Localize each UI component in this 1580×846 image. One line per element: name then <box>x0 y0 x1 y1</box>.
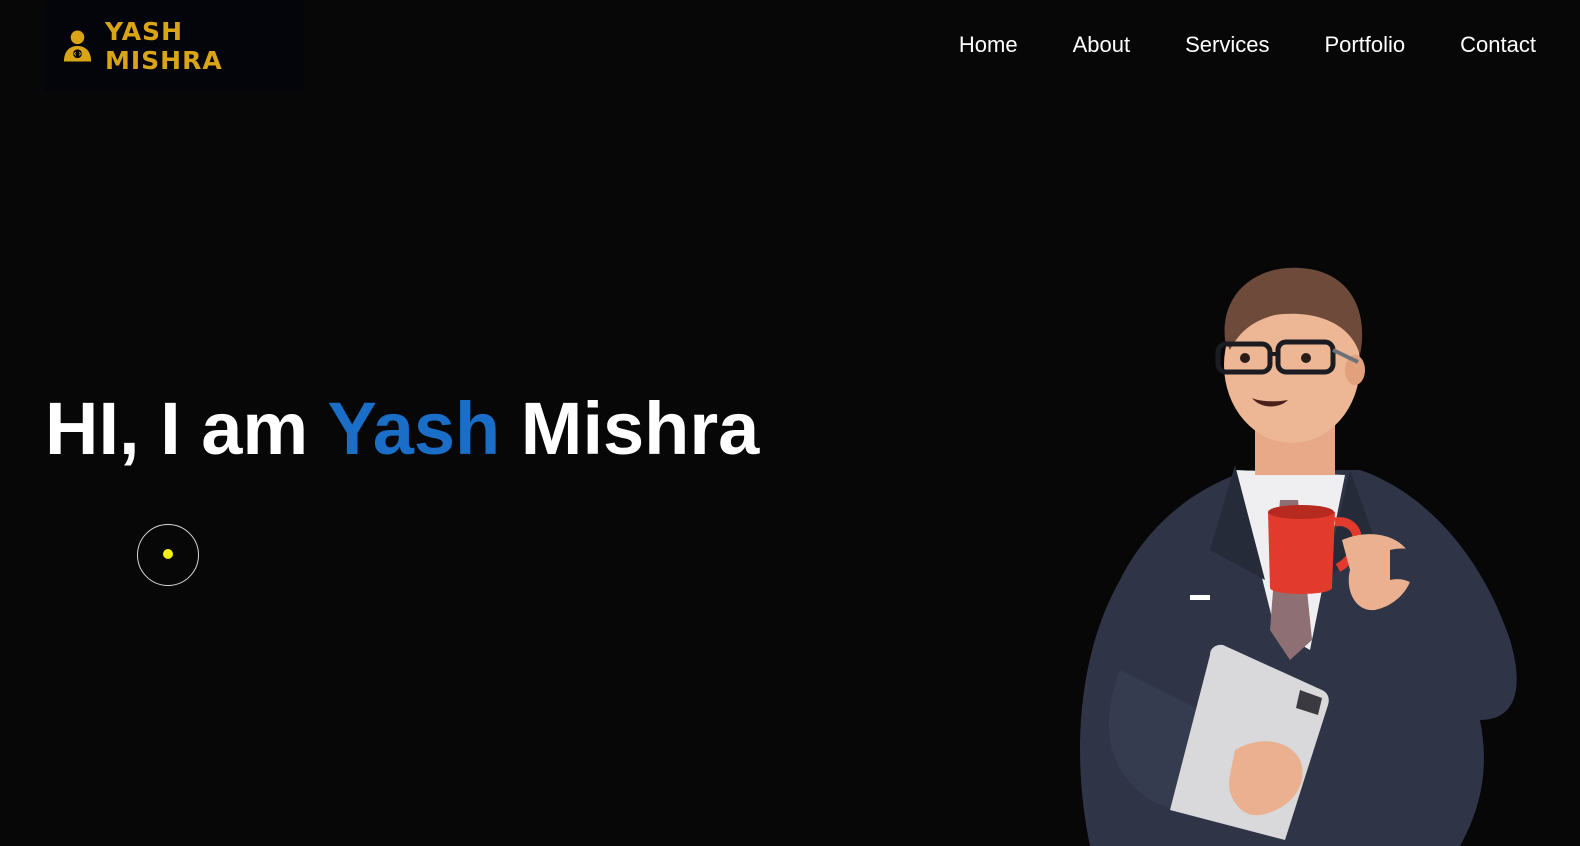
nav-home[interactable]: Home <box>959 31 1018 59</box>
hero-greeting: HI, I am <box>45 387 309 470</box>
hero-title: HI, I am Yash Mishra <box>45 387 759 471</box>
hero-first-name: Yash <box>327 387 501 470</box>
nav-services[interactable]: Services <box>1185 31 1269 59</box>
businessman-with-coffee-mug-illustration <box>1080 267 1517 846</box>
main-nav: Home About Services Portfolio Contact <box>904 31 1536 59</box>
logo-text: YASH MISHRA <box>105 17 223 75</box>
nav-contact[interactable]: Contact <box>1460 31 1536 59</box>
hero-last-name: Mishra <box>520 387 760 470</box>
cursor-dot <box>163 549 173 559</box>
nav-about[interactable]: About <box>1073 31 1131 59</box>
nav-portfolio[interactable]: Portfolio <box>1324 31 1405 59</box>
developer-person-icon <box>63 30 92 62</box>
logo[interactable]: YASH MISHRA <box>44 1 304 91</box>
